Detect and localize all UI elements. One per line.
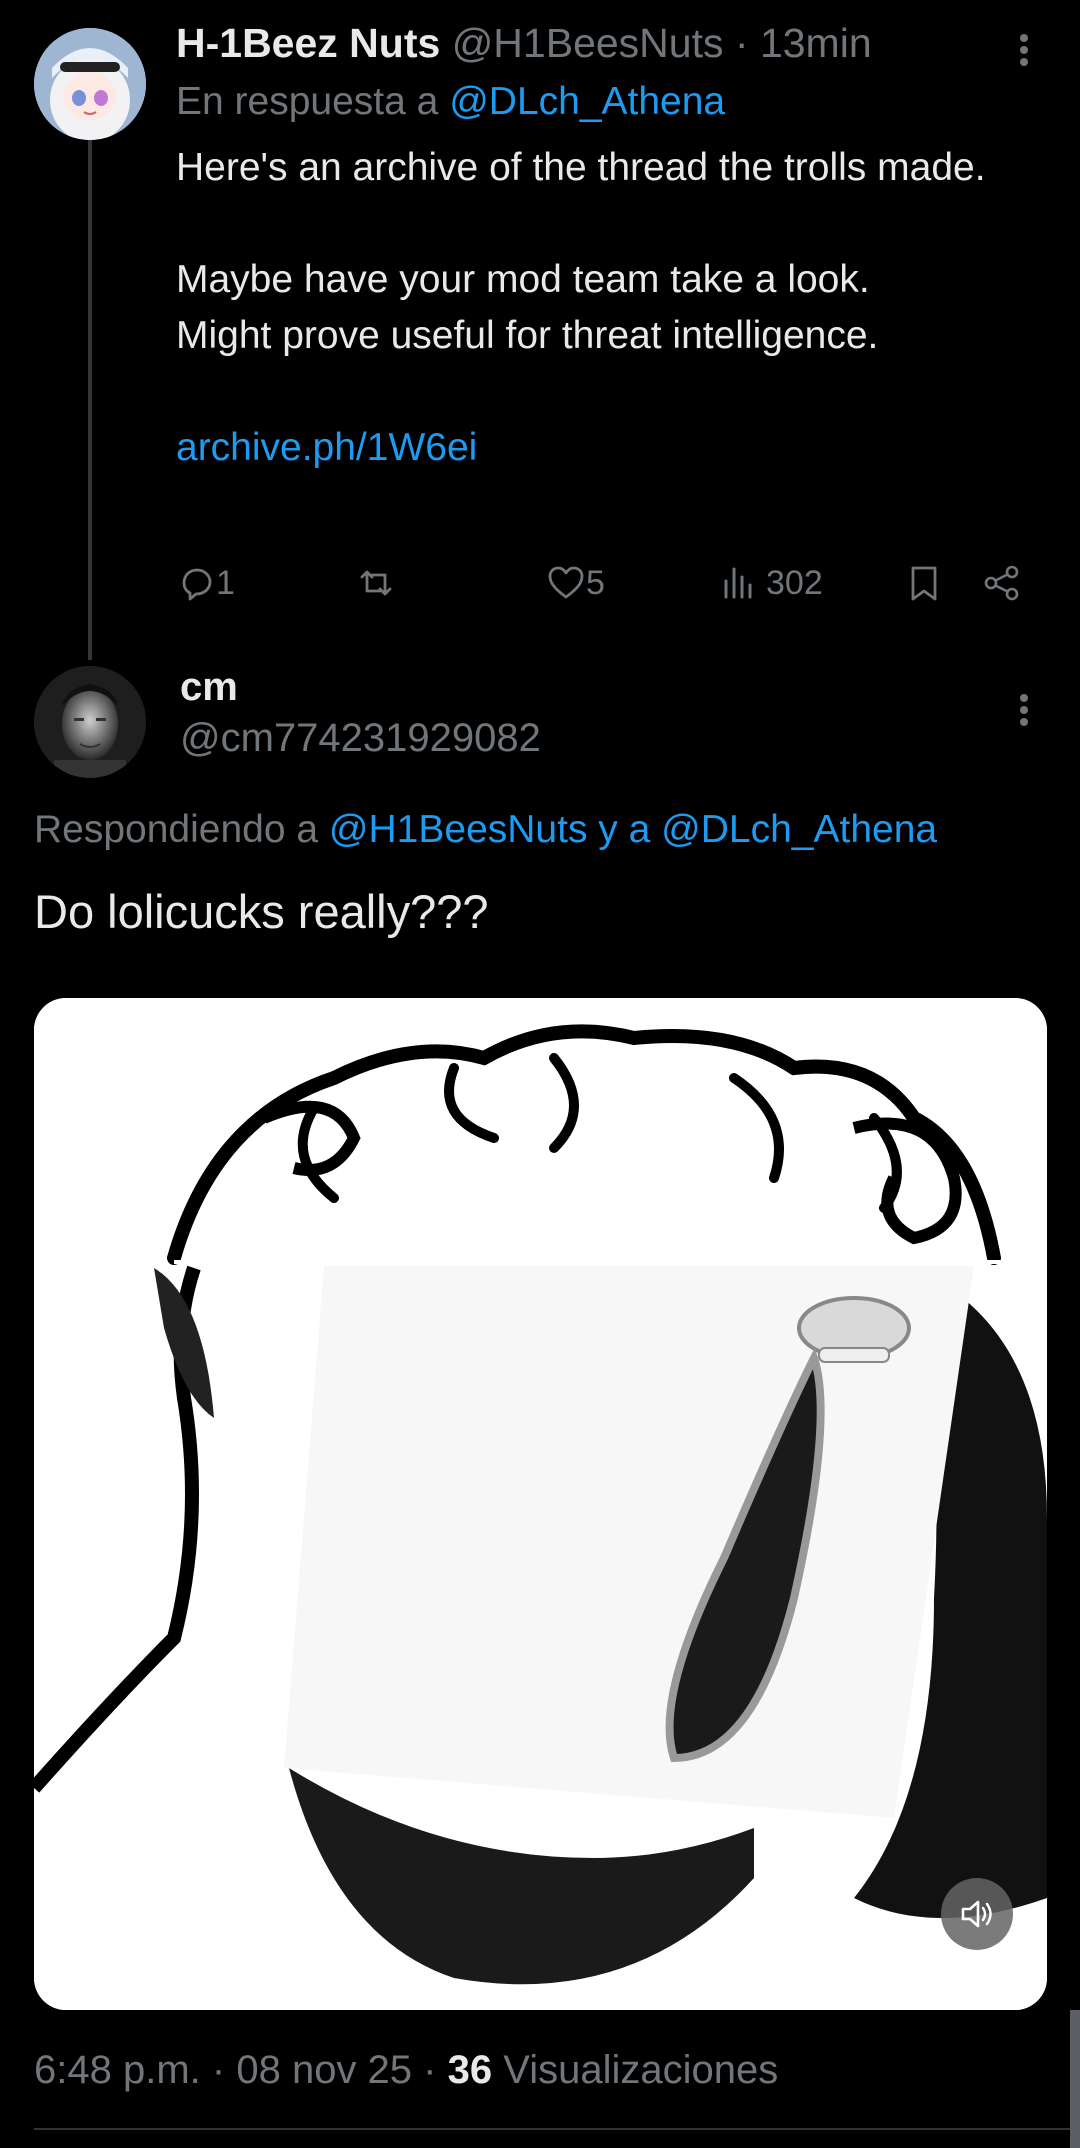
reply-to-mention[interactable]: @DLch_Athena <box>661 808 937 851</box>
reply-icon <box>182 568 212 601</box>
tweet-body: Here's an archive of the thread the trol… <box>176 140 996 476</box>
views-count: 302 <box>766 563 823 602</box>
views-count: 36 <box>447 2048 493 2092</box>
mute-icon <box>961 1900 992 1928</box>
tweet-text-line: Might prove useful for threat intelligen… <box>176 314 879 357</box>
reply-button[interactable]: 1 <box>176 558 235 608</box>
thread-connector-line <box>88 140 92 660</box>
user-handle[interactable]: @cm774231929082 <box>180 716 541 761</box>
reply-to-mention[interactable]: @H1BeesNuts <box>329 808 588 851</box>
tweet-text-line: Here's an archive of the thread the trol… <box>176 146 986 189</box>
share-button[interactable] <box>982 558 1022 608</box>
like-button[interactable]: 5 <box>546 558 605 608</box>
reply-to-mention[interactable]: @DLch_Athena <box>449 80 725 123</box>
views-label: Visualizaciones <box>503 2048 779 2092</box>
separator-dot: · <box>211 2048 226 2092</box>
more-icon[interactable] <box>1004 30 1044 70</box>
separator-dot: · <box>423 2048 437 2092</box>
archive-link[interactable]: archive.ph/1W6ei <box>176 420 996 476</box>
like-count: 5 <box>586 563 605 602</box>
views-icon <box>724 567 752 599</box>
anime-avatar-image <box>34 28 146 140</box>
profile-photo-image <box>34 666 146 778</box>
tweet-date[interactable]: 08 nov 25 <box>236 2048 412 2092</box>
tweet-actions: 1 5 302 <box>176 558 1036 608</box>
tweet-time[interactable]: 13min <box>760 20 872 66</box>
bookmark-icon <box>911 566 937 601</box>
tweet-time[interactable]: 6:48 p.m. <box>34 2048 201 2092</box>
user-handle[interactable]: @H1BeesNuts <box>452 20 724 66</box>
tweet-meta: 6:48 p.m. · 08 nov 25 · 36 Visualizacion… <box>34 2048 778 2093</box>
reply-count: 1 <box>216 563 235 602</box>
reply-joiner[interactable]: y a <box>598 808 650 851</box>
tweet-media-video[interactable] <box>34 998 1047 2010</box>
reply-context: En respuesta a @DLch_Athena <box>176 80 725 124</box>
meme-video-frame <box>34 998 1047 2010</box>
retweet-icon <box>360 570 392 596</box>
divider <box>34 2128 1080 2130</box>
reply-prefix: En respuesta a <box>176 80 439 123</box>
tweet-text: Do lolicucks really??? <box>34 885 489 938</box>
tweet-header: H-1Beez Nuts @H1BeesNuts · 13min <box>176 20 872 67</box>
tweet-text-line: Maybe have your mod team take a look. <box>176 258 870 301</box>
like-icon <box>548 566 584 599</box>
avatar[interactable] <box>34 28 146 140</box>
bookmark-button[interactable] <box>904 558 944 608</box>
display-name[interactable]: cm <box>180 665 238 710</box>
views-button[interactable]: 302 <box>720 558 823 608</box>
separator-dot: · <box>734 20 749 66</box>
reply-prefix: Respondiendo a <box>34 808 319 851</box>
share-icon <box>984 565 1019 601</box>
display-name[interactable]: H-1Beez Nuts <box>176 20 440 66</box>
avatar[interactable] <box>34 666 146 778</box>
scrollbar[interactable] <box>1070 2010 1080 2148</box>
mute-button[interactable] <box>941 1878 1013 1950</box>
more-icon[interactable] <box>1004 690 1044 730</box>
retweet-button[interactable] <box>356 558 396 608</box>
reply-context: Respondiendo a @H1BeesNuts y a @DLch_Ath… <box>34 808 937 852</box>
